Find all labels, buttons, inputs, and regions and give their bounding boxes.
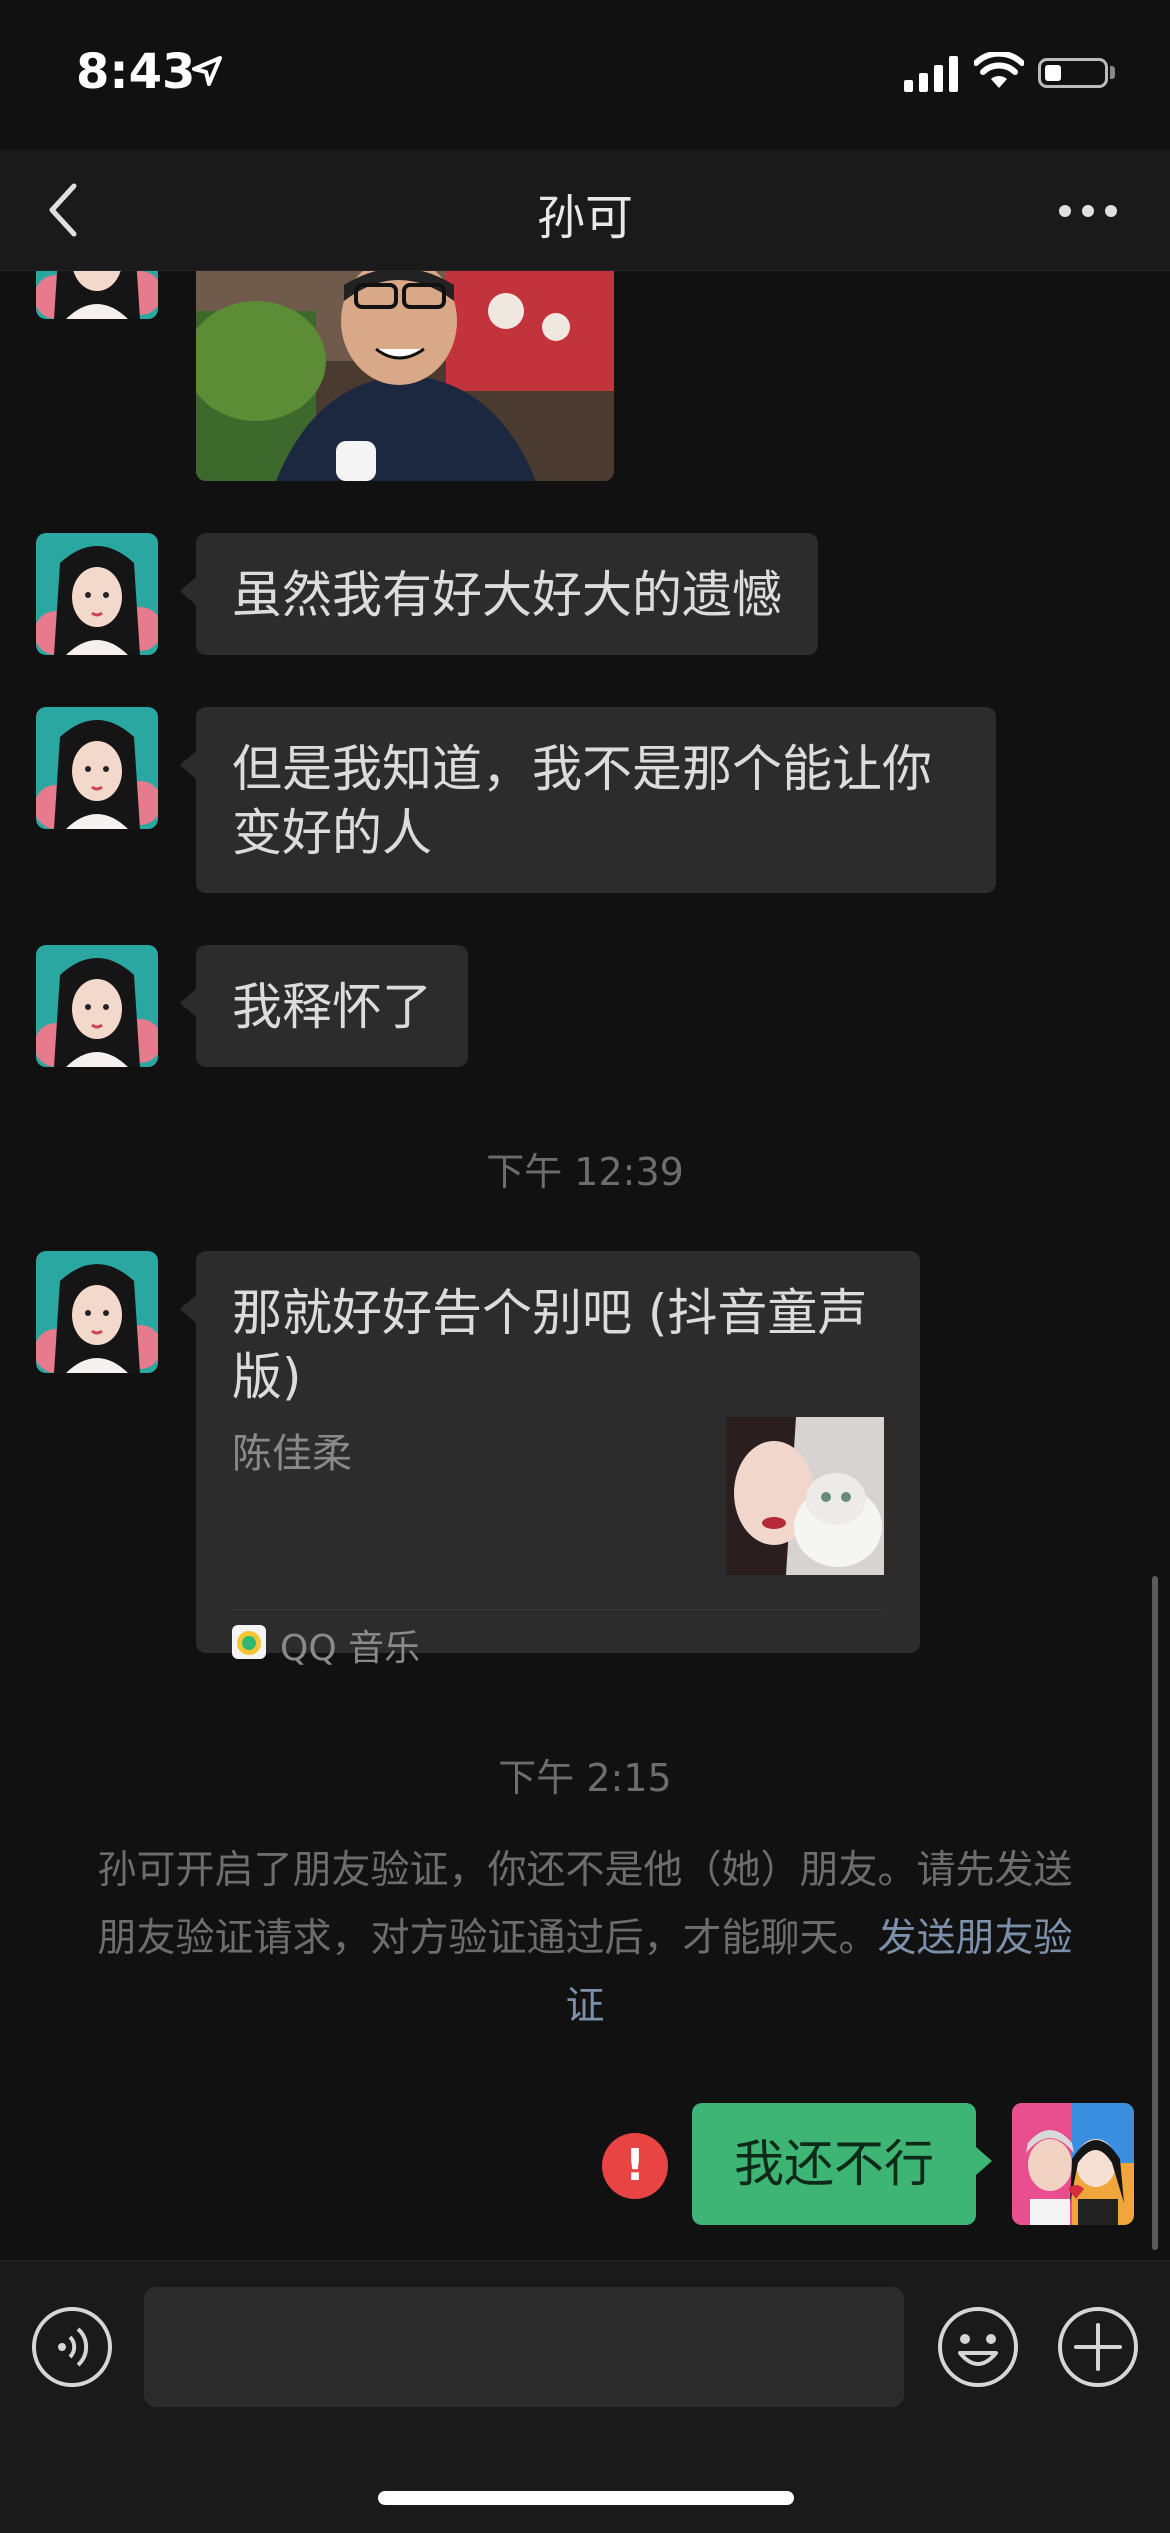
- error-icon[interactable]: !: [602, 2133, 668, 2199]
- plus-icon[interactable]: [1056, 2305, 1140, 2389]
- scrollbar[interactable]: [1152, 1576, 1158, 2250]
- message-bubble[interactable]: 虽然我有好大好大的遗憾: [180, 533, 818, 655]
- music-cover-image: [726, 1417, 884, 1575]
- battery-icon: [1038, 58, 1108, 88]
- contact-avatar[interactable]: [36, 1251, 158, 1373]
- timestamp: 下午 12:39: [486, 1150, 684, 1194]
- emoji-icon[interactable]: [936, 2305, 1020, 2389]
- battery-cap: [1110, 66, 1115, 79]
- contact-avatar[interactable]: [36, 533, 158, 655]
- music-share-card[interactable]: 那就好好告个别吧 (抖音童声版) 陈佳柔 QQ 音乐: [180, 1251, 920, 1669]
- contact-avatar[interactable]: [36, 945, 158, 1067]
- home-indicator[interactable]: [378, 2491, 794, 2505]
- status-time: 8:43: [76, 44, 196, 100]
- contact-avatar[interactable]: [36, 707, 158, 829]
- message-bubble[interactable]: 但是我知道，我不是那个能让你变好的人: [180, 707, 996, 893]
- contact-avatar[interactable]: [36, 271, 158, 319]
- sent-message-bubble[interactable]: 我还不行: [692, 2103, 992, 2225]
- timestamp: 下午 2:15: [498, 1756, 672, 1800]
- message-input[interactable]: [144, 2287, 904, 2407]
- chat-header: 孙可: [0, 150, 1170, 271]
- voice-icon[interactable]: [30, 2305, 114, 2389]
- music-source: QQ 音乐: [280, 1628, 421, 1669]
- divider: [232, 1609, 884, 1610]
- music-artist: 陈佳柔: [232, 1431, 352, 1477]
- location-arrow-icon: [192, 56, 222, 86]
- my-avatar[interactable]: [1012, 2103, 1134, 2225]
- message-bubble[interactable]: 我释怀了: [180, 945, 468, 1067]
- qq-music-icon: [232, 1625, 266, 1659]
- music-title: 那就好好告个别吧 (抖音童声版): [232, 1284, 868, 1406]
- message-list[interactable]: 虽然我有好大好大的遗憾 但是我知道，我不是那个能让你变好的人 我释怀了 下午 1…: [0, 271, 1170, 2259]
- status-bar: 8:43: [0, 0, 1170, 150]
- system-notice: 孙可开启了朋友验证，你还不是他（她）朋友。请先发送朋友验证请求，对方验证通过后，…: [80, 1837, 1090, 2041]
- image-message[interactable]: [196, 271, 614, 481]
- chat-title: 孙可: [536, 190, 633, 246]
- more-icon[interactable]: [1058, 204, 1118, 218]
- wifi-icon: [974, 52, 1024, 88]
- cellular-signal-icon: [904, 56, 958, 92]
